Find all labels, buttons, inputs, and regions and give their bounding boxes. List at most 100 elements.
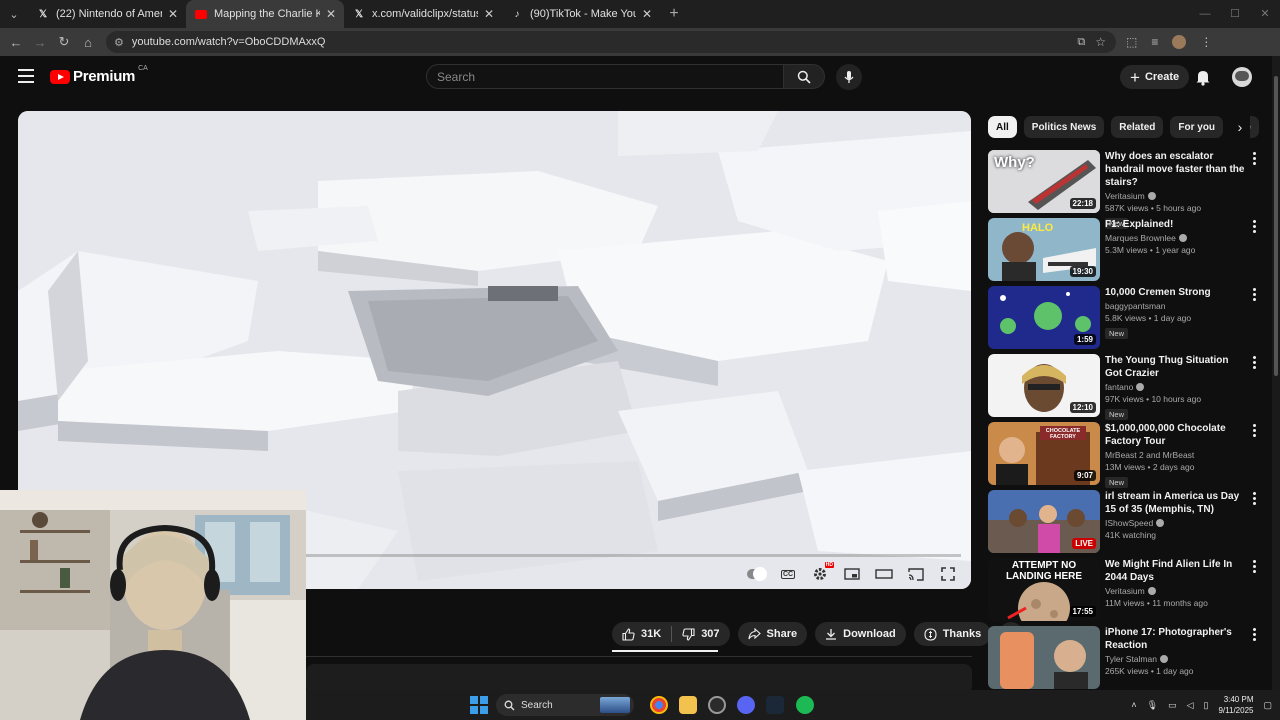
reload-icon[interactable]: ↻ [52, 34, 76, 50]
video-thumbnail[interactable]: CHOCOLATE FACTORY 9:07 [988, 422, 1100, 485]
download-button[interactable]: Download [815, 622, 906, 646]
browser-tab-3[interactable]: 𝕏 x.com/validclipx/status/196588 ✕ [344, 0, 502, 28]
microphone-icon[interactable]: 🎙 [1147, 700, 1158, 711]
back-icon[interactable]: ← [4, 35, 28, 50]
windows-start-icon[interactable] [470, 696, 488, 714]
video-thumbnail[interactable]: LIVE [988, 490, 1100, 553]
video-thumbnail[interactable]: 12:10 [988, 354, 1100, 417]
list-item[interactable]: 1:59 10,000 Cremen Strong baggypantsman … [988, 286, 1264, 354]
notifications-bell-icon[interactable] [1195, 68, 1211, 86]
video-title[interactable]: 10,000 Cremen Strong [1105, 286, 1247, 299]
discord-icon[interactable] [737, 696, 755, 714]
list-item[interactable]: ATTEMPT NO LANDING HERE 17:55 We Might F… [988, 558, 1264, 626]
channel-name[interactable]: baggypantsman [1105, 301, 1166, 311]
channel-name[interactable]: Veritasium [1105, 586, 1145, 596]
chip-all[interactable]: All [988, 116, 1017, 138]
forward-icon[interactable]: → [28, 35, 52, 50]
close-window-icon[interactable]: ✕ [1250, 0, 1280, 28]
channel-name[interactable]: MrBeast 2 and MrBeast [1105, 450, 1194, 460]
cast-button[interactable] [907, 567, 925, 581]
video-title[interactable]: Why does an escalator handrail move fast… [1105, 150, 1247, 189]
home-icon[interactable]: ⌂ [76, 35, 100, 50]
youtube-premium-logo[interactable]: Premium CA [50, 65, 148, 85]
autoplay-toggle[interactable] [747, 567, 767, 581]
more-vertical-icon[interactable] [1252, 560, 1256, 573]
site-info-icon[interactable]: ⚙ [114, 36, 124, 49]
channel-name[interactable]: Veritasium [1105, 191, 1145, 201]
video-title[interactable]: F1: Explained! [1105, 218, 1247, 231]
chrome-icon[interactable] [650, 696, 668, 714]
video-title[interactable]: $1,000,000,000 Chocolate Factory Tour [1105, 422, 1247, 448]
channel-name[interactable]: fantano [1105, 382, 1133, 392]
more-vertical-icon[interactable] [1252, 220, 1256, 233]
video-thumbnail[interactable]: HALO 19:30 [988, 218, 1100, 281]
video-thumbnail[interactable]: ATTEMPT NO LANDING HERE 17:55 [988, 558, 1100, 621]
browser-tab-4[interactable]: ♪ (90)TikTok - Make Your Day ✕ [502, 0, 660, 28]
list-item[interactable]: HALO 19:30 F1: Explained! Marques Brownl… [988, 218, 1264, 286]
dislike-button[interactable]: 307 [672, 627, 729, 641]
extensions-icon[interactable]: ⬚ [1126, 35, 1137, 49]
new-tab-button[interactable]: + [660, 5, 688, 23]
steam-icon[interactable] [766, 696, 784, 714]
video-title[interactable]: The Young Thug Situation Got Crazier [1105, 354, 1247, 380]
video-title[interactable]: irl stream in America us Day 15 of 35 (M… [1105, 490, 1247, 516]
maximize-icon[interactable]: ☐ [1220, 0, 1250, 28]
close-tab-icon[interactable]: ✕ [326, 7, 336, 21]
file-explorer-icon[interactable] [679, 696, 697, 714]
account-avatar[interactable] [1232, 67, 1252, 87]
channel-name[interactable]: Marques Brownlee [1105, 233, 1176, 243]
share-button[interactable]: Share [737, 622, 808, 646]
media-controls-icon[interactable]: ≡ [1151, 35, 1158, 49]
settings-button[interactable]: HD [811, 562, 834, 581]
channel-name[interactable]: IShowSpeed [1105, 518, 1153, 528]
browser-tab-1[interactable]: 𝕏 (22) Nintendo of America on X ✕ [28, 0, 186, 28]
minimize-icon[interactable]: — [1190, 0, 1220, 28]
thanks-button[interactable]: Thanks [913, 622, 992, 646]
list-item[interactable]: iPhone 17: Photographer's Reaction Tyler… [988, 626, 1264, 694]
profile-avatar-icon[interactable] [1172, 35, 1187, 49]
notifications-icon[interactable]: ▢ [1263, 700, 1272, 711]
captions-button[interactable]: CC [779, 567, 797, 581]
more-vertical-icon[interactable] [1252, 152, 1256, 165]
more-vertical-icon[interactable] [1252, 628, 1256, 641]
list-item[interactable]: Why? 22:18 Why does an escalator handrai… [988, 150, 1264, 229]
video-title[interactable]: iPhone 17: Photographer's Reaction [1105, 626, 1247, 652]
video-thumbnail[interactable]: Why? 22:18 [988, 150, 1100, 213]
video-thumbnail[interactable] [988, 626, 1100, 689]
address-bar[interactable]: ⚙ youtube.com/watch?v=OboCDDMAxxQ ⧉ ☆ [106, 31, 1116, 53]
more-vertical-icon[interactable] [1252, 492, 1256, 505]
theater-mode-button[interactable] [875, 567, 893, 581]
chip-related[interactable]: Related [1111, 116, 1164, 138]
browser-tab-2[interactable]: Mapping the Charlie Kirk Assassination ✕ [186, 0, 344, 28]
chevron-up-icon[interactable]: ˄ [1131, 700, 1136, 710]
hamburger-menu-icon[interactable] [18, 69, 34, 83]
list-item[interactable]: 12:10 The Young Thug Situation Got Crazi… [988, 354, 1264, 422]
voice-search-button[interactable] [836, 64, 862, 90]
close-tab-icon[interactable]: ✕ [168, 7, 178, 21]
create-button[interactable]: + Create [1120, 65, 1190, 89]
chevron-right-icon[interactable]: › [1230, 116, 1250, 138]
close-tab-icon[interactable]: ✕ [642, 7, 652, 21]
chip-for-you[interactable]: For you [1170, 116, 1224, 138]
channel-name[interactable]: Tyler Stalman [1105, 654, 1157, 664]
browser-menu-icon[interactable]: ⋮ [1200, 35, 1212, 49]
clock[interactable]: 3:40 PM 9/11/2025 [1218, 694, 1253, 716]
bookmark-star-icon[interactable]: ☆ [1095, 35, 1106, 49]
spotify-icon[interactable] [796, 696, 814, 714]
list-item[interactable]: LIVE irl stream in America us Day 15 of … [988, 490, 1264, 558]
fullscreen-button[interactable] [939, 567, 957, 581]
search-button[interactable] [783, 64, 825, 89]
taskbar-search-box[interactable]: Search [496, 694, 634, 716]
close-tab-icon[interactable]: ✕ [484, 7, 494, 21]
install-app-icon[interactable]: ⧉ [1077, 36, 1085, 49]
list-item[interactable]: CHOCOLATE FACTORY 9:07 $1,000,000,000 Ch… [988, 422, 1264, 490]
tab-search-dropdown-icon[interactable]: ⌄ [0, 0, 28, 28]
more-vertical-icon[interactable] [1252, 424, 1256, 437]
more-vertical-icon[interactable] [1252, 288, 1256, 301]
volume-icon[interactable]: ◁ [1187, 700, 1194, 711]
like-button[interactable]: 31K [612, 627, 671, 641]
video-thumbnail[interactable]: 1:59 [988, 286, 1100, 349]
network-icon[interactable]: ▭ [1168, 700, 1177, 711]
miniplayer-button[interactable] [843, 567, 861, 581]
more-vertical-icon[interactable] [1252, 356, 1256, 369]
